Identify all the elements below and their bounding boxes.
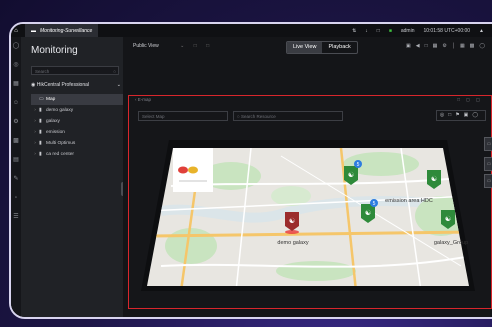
- status-icon: ■: [388, 27, 392, 34]
- tree-label: emission: [46, 130, 65, 135]
- map-label-emission: emission area HDC: [385, 198, 433, 204]
- chevron-down-icon[interactable]: ⌄: [117, 80, 121, 90]
- map-svg: ☯ ☯ 5 ☯ 5 ☯ ☯ emission area HDC galaxy_G…: [141, 140, 475, 291]
- tree-label: Multi Optimus: [46, 141, 76, 146]
- search-icon: ○: [237, 114, 240, 119]
- more-icon[interactable]: ▫: [11, 189, 21, 208]
- search-resource-placeholder: Search Resource: [240, 114, 276, 119]
- view-toolbar: Public View ⌄ □ □ Live View Playback ▣◀□…: [123, 37, 492, 57]
- search-resource-input[interactable]: ○ Search Resource: [233, 111, 343, 121]
- layout-tools[interactable]: ▣◀□▦⚙│▦▩◯: [406, 43, 490, 49]
- home-icon[interactable]: ⌂: [11, 28, 21, 34]
- tab-monitoring[interactable]: ▬ Monitoring-Surveillance: [25, 24, 99, 37]
- playback-button[interactable]: Playback: [322, 42, 356, 53]
- map-label-galaxy-group: galaxy_Group: [434, 240, 468, 246]
- site-icon: ◉: [31, 82, 36, 88]
- expand-icon[interactable]: ›: [31, 138, 39, 149]
- person-icon[interactable]: ☺: [11, 94, 21, 113]
- resource-tree: ▭ Map › ▮ demo galaxy › ▮ galaxy › ▮ emission ›…: [31, 94, 123, 160]
- svg-text:☯: ☯: [365, 209, 371, 217]
- side-tool-button-1[interactable]: □: [484, 137, 492, 151]
- lock-icon[interactable]: ▲: [479, 28, 484, 34]
- pane-title: ‹ E-map: [135, 97, 152, 102]
- map-label-demo-galaxy: demo galaxy: [277, 240, 308, 246]
- map-toolbar[interactable]: ◎□⚑▣◯: [435, 110, 486, 121]
- tree-node[interactable]: › ▮ Multi Optimus: [31, 138, 123, 149]
- list-icon[interactable]: ☰: [11, 208, 21, 227]
- expand-icon[interactable]: ›: [31, 127, 39, 138]
- view-mode-switch: Live View Playback: [286, 41, 358, 54]
- pane-title-text: E-map: [137, 97, 152, 102]
- map-display[interactable]: ☯ ☯ 5 ☯ 5 ☯ ☯ emission area HDC galaxy_G…: [141, 136, 475, 291]
- download-icon[interactable]: ↓: [365, 28, 368, 34]
- area-icon: ▮: [39, 107, 42, 113]
- site-label: HikCentral Professional: [36, 82, 90, 88]
- user-name[interactable]: admin: [401, 28, 415, 34]
- area-icon: ▮: [39, 151, 42, 157]
- count-badge-text: 5: [357, 162, 360, 168]
- tree-node[interactable]: › ▮ ca red center: [31, 149, 123, 160]
- chart-icon[interactable]: ▤: [11, 151, 21, 170]
- tree-node-map[interactable]: ▭ Map: [31, 94, 123, 105]
- tree-node[interactable]: › ▮ galaxy: [31, 116, 123, 127]
- tree-label: galaxy: [46, 119, 60, 124]
- svg-text:☯: ☯: [348, 171, 354, 179]
- table-icon[interactable]: ▩: [11, 132, 21, 151]
- tree-label: ca red center: [46, 152, 74, 157]
- camera-marker-red[interactable]: ☯: [285, 212, 299, 234]
- tree-node[interactable]: › ▮ emission: [31, 127, 123, 138]
- public-view-selector[interactable]: Public View ⌄ □ □: [133, 43, 213, 49]
- search-placeholder: Search: [35, 69, 50, 74]
- alarm-icon[interactable]: ⇅: [352, 28, 356, 34]
- select-map-placeholder: Select Map: [142, 114, 165, 119]
- search-input[interactable]: Search ○: [31, 66, 119, 75]
- monitor-icon: ▬: [31, 27, 36, 34]
- nav-rail: ◯ ◎ ▦ ☺ ⚙ ▩ ▤ ✎ ▫ ☰: [11, 37, 21, 317]
- site-selector[interactable]: ◉ HikCentral Professional ⌄: [31, 80, 123, 90]
- task-icon[interactable]: □: [377, 28, 380, 34]
- pane-tools[interactable]: □◻▢: [457, 96, 486, 104]
- map-icon: ▭: [39, 96, 44, 102]
- side-tool-button-3[interactable]: □: [484, 174, 492, 188]
- expand-icon[interactable]: ›: [31, 105, 39, 116]
- tree-node[interactable]: › ▮ demo galaxy: [31, 105, 123, 116]
- globe-icon[interactable]: ◯: [11, 37, 21, 56]
- tab-label: Monitoring-Surveillance: [40, 27, 93, 34]
- expand-icon[interactable]: ›: [31, 149, 39, 160]
- svg-text:☯: ☯: [431, 175, 437, 183]
- panel-title: Monitoring: [31, 45, 78, 56]
- svg-text:☯: ☯: [289, 217, 295, 225]
- side-tool-button-2[interactable]: □: [484, 157, 492, 171]
- tree-label: Map: [46, 97, 56, 102]
- area-icon: ▮: [39, 140, 42, 146]
- expand-icon[interactable]: ›: [31, 116, 39, 127]
- gear-icon[interactable]: ⚙: [11, 113, 21, 132]
- left-panel: [11, 37, 123, 317]
- count-badge-text: 5: [373, 201, 376, 207]
- select-map-dropdown[interactable]: Select Map: [138, 111, 228, 121]
- top-bar: ⌂ ▬ Monitoring-Surveillance ⇅ ↓ □ ■ admi…: [11, 24, 492, 37]
- public-view-label: Public View: [133, 43, 159, 49]
- tools-icon[interactable]: ✎: [11, 170, 21, 189]
- area-icon: ▮: [39, 118, 42, 124]
- clock: 10:01:58 UTC+00:00: [423, 27, 471, 34]
- grid-icon[interactable]: ▦: [11, 75, 21, 94]
- map-nav-icon[interactable]: ◎: [11, 56, 21, 75]
- search-icon[interactable]: ○: [113, 67, 116, 76]
- tree-label: demo galaxy: [46, 108, 74, 113]
- view-tools-icon[interactable]: ⌄ □ □: [180, 43, 213, 49]
- area-icon: ▮: [39, 129, 42, 135]
- pane-header: ‹ E-map □◻▢: [129, 96, 491, 104]
- svg-text:☯: ☯: [445, 215, 451, 223]
- live-view-button[interactable]: Live View: [287, 42, 323, 53]
- top-right-tools: ⇅ ↓ □ ■ admin 10:01:58 UTC+00:00 ▲: [352, 24, 484, 37]
